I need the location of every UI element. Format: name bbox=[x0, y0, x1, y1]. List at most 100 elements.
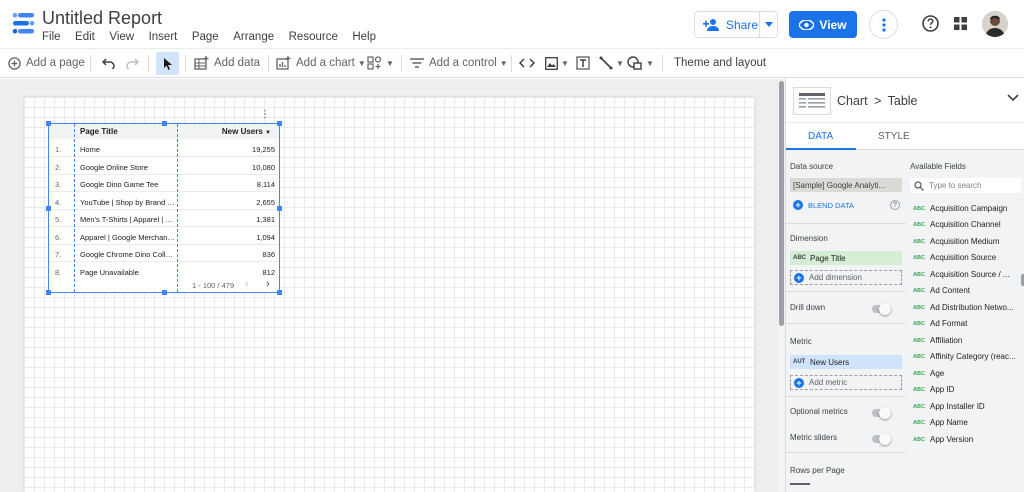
add-chart-button[interactable]: Add a chart ▼ bbox=[276, 49, 366, 77]
field-item[interactable]: ABC App Installer ID bbox=[910, 399, 1022, 414]
theme-layout-button[interactable]: Theme and layout bbox=[674, 49, 766, 77]
add-data-icon bbox=[194, 56, 209, 70]
optional-metrics-toggle[interactable] bbox=[872, 407, 891, 419]
add-control-caret-icon: ▼ bbox=[499, 58, 508, 68]
menu-insert[interactable]: Insert bbox=[149, 31, 178, 43]
table-chart-type-icon[interactable] bbox=[793, 87, 831, 115]
add-page-button[interactable]: Add a page bbox=[8, 49, 85, 77]
drill-down-label: Drill down bbox=[790, 303, 826, 312]
resize-handle[interactable] bbox=[277, 206, 282, 211]
plus-icon: + bbox=[794, 377, 804, 388]
rows-per-page-input[interactable] bbox=[790, 483, 810, 492]
tab-style[interactable]: STYLE bbox=[878, 131, 910, 142]
drag-handle-icon[interactable] bbox=[263, 109, 267, 119]
table-row[interactable]: 3. Google Dino Game Tee 8,114 bbox=[49, 174, 279, 192]
resize-handle[interactable] bbox=[162, 121, 167, 126]
resize-handle[interactable] bbox=[46, 121, 51, 126]
more-options-button[interactable] bbox=[869, 10, 898, 39]
field-item[interactable]: ABC Ad Format bbox=[910, 316, 1022, 331]
add-chart-icon bbox=[276, 56, 291, 70]
share-dropdown-arrow-icon[interactable] bbox=[760, 22, 777, 27]
search-placeholder: Type to search bbox=[929, 181, 982, 190]
menu-help[interactable]: Help bbox=[352, 31, 376, 43]
field-search-input[interactable]: Type to search bbox=[910, 178, 1021, 193]
add-control-button[interactable]: Add a control ▼ bbox=[410, 49, 508, 77]
chart-type-breadcrumb[interactable]: Chart > Table bbox=[837, 94, 918, 108]
dimension-chip-page-title[interactable]: ABC Page Title bbox=[790, 251, 902, 265]
field-item[interactable]: ABC Affinity Category (reac... bbox=[910, 349, 1022, 364]
share-main[interactable]: Share bbox=[695, 12, 761, 37]
apps-grid-icon[interactable] bbox=[954, 17, 967, 30]
canvas-scrollbar[interactable] bbox=[778, 79, 785, 492]
table-row[interactable]: 1. Home 19,255 bbox=[49, 139, 279, 157]
table-chart[interactable]: Page Title New Users ▼ 1. Home 19,255 2. Go… bbox=[46, 121, 282, 295]
drill-down-toggle[interactable] bbox=[872, 303, 891, 315]
menu-file[interactable]: File bbox=[42, 31, 61, 43]
image-icon bbox=[545, 56, 558, 70]
metric-sliders-toggle[interactable] bbox=[872, 433, 891, 445]
view-button[interactable]: View bbox=[789, 11, 857, 38]
community-viz-button[interactable]: ▼ bbox=[367, 49, 394, 77]
prev-page-icon[interactable]: ‹ bbox=[245, 278, 249, 290]
table-row[interactable]: 2. Google Online Store 10,080 bbox=[49, 157, 279, 175]
menu-view[interactable]: View bbox=[109, 31, 134, 43]
redo-button[interactable] bbox=[125, 49, 139, 77]
select-tool-button[interactable] bbox=[156, 52, 179, 75]
resize-handle[interactable] bbox=[46, 290, 51, 295]
field-item[interactable]: ABC Acquisition Source / ... bbox=[910, 267, 1022, 282]
community-visualizations-icon bbox=[367, 56, 382, 70]
report-title[interactable]: Untitled Report bbox=[42, 8, 162, 29]
field-item[interactable]: ABC Acquisition Campaign bbox=[910, 201, 1022, 216]
data-source-chip[interactable]: [Sample] Google Analyti... bbox=[790, 178, 902, 192]
field-item[interactable]: ABC Acquisition Source bbox=[910, 250, 1022, 265]
text-button[interactable] bbox=[576, 49, 590, 77]
header-new-users[interactable]: New Users ▼ bbox=[222, 127, 271, 136]
undo-button[interactable] bbox=[102, 49, 116, 77]
metric-chip-new-users[interactable]: AUT New Users bbox=[790, 355, 902, 369]
embed-url-button[interactable] bbox=[519, 49, 535, 77]
resize-handle[interactable] bbox=[46, 206, 51, 211]
table-row[interactable]: 5. Men's T-Shirts | Apparel | G... 1,381 bbox=[49, 209, 279, 227]
field-item[interactable]: ABC Ad Distribution Netwo... bbox=[910, 300, 1022, 315]
add-data-button[interactable]: Add data bbox=[194, 49, 260, 77]
next-page-icon[interactable]: › bbox=[266, 278, 270, 290]
tab-data[interactable]: DATA bbox=[808, 131, 833, 142]
user-avatar[interactable] bbox=[982, 11, 1008, 37]
help-circle-icon[interactable]: ? bbox=[890, 200, 900, 210]
field-item[interactable]: ABC Acquisition Channel bbox=[910, 217, 1022, 232]
line-button[interactable]: ▼ bbox=[599, 49, 624, 77]
menu-arrange[interactable]: Arrange bbox=[233, 31, 274, 43]
field-item[interactable]: ABC App Version bbox=[910, 432, 1022, 447]
table-row[interactable]: 4. YouTube | Shop by Brand | ... 2,655 bbox=[49, 192, 279, 210]
plus-icon: + bbox=[793, 200, 803, 210]
field-item[interactable]: ABC Acquisition Medium bbox=[910, 234, 1022, 249]
share-button[interactable]: Share bbox=[694, 11, 778, 38]
resize-handle[interactable] bbox=[277, 290, 282, 295]
optional-metrics-label: Optional metrics bbox=[790, 407, 848, 416]
menu-page[interactable]: Page bbox=[192, 31, 219, 43]
resize-handle[interactable] bbox=[277, 121, 282, 126]
resize-handle[interactable] bbox=[162, 290, 167, 295]
field-item[interactable]: ABC App Name bbox=[910, 415, 1022, 430]
field-item[interactable]: ABC Affiliation bbox=[910, 333, 1022, 348]
menu-resource[interactable]: Resource bbox=[289, 31, 338, 43]
canvas-scrollbar-thumb[interactable] bbox=[779, 81, 784, 326]
field-item[interactable]: ABC Age bbox=[910, 366, 1022, 381]
add-chart-label: Add a chart bbox=[296, 57, 355, 69]
help-icon[interactable] bbox=[922, 15, 939, 32]
undo-icon bbox=[102, 58, 115, 69]
field-item[interactable]: ABC App ID bbox=[910, 382, 1022, 397]
menu-edit[interactable]: Edit bbox=[75, 31, 95, 43]
field-item[interactable]: ABC Ad Content bbox=[910, 283, 1022, 298]
chevron-down-icon[interactable] bbox=[1007, 94, 1019, 102]
table-header: Page Title New Users ▼ bbox=[49, 124, 279, 139]
add-dimension-button[interactable]: + Add dimension bbox=[790, 270, 902, 285]
add-metric-button[interactable]: + Add metric bbox=[790, 375, 902, 390]
table-row[interactable]: 7. Google Chrome Dino Colle... 836 bbox=[49, 244, 279, 262]
table-row[interactable]: 6. Apparel | Google Merchand... 1,094 bbox=[49, 227, 279, 245]
data-studio-logo-icon[interactable] bbox=[10, 10, 36, 36]
header-page-title[interactable]: Page Title bbox=[80, 127, 118, 136]
blend-data-button[interactable]: + BLEND DATA bbox=[793, 200, 854, 210]
image-button[interactable]: ▼ bbox=[545, 49, 569, 77]
shape-button[interactable]: ▼ bbox=[627, 49, 654, 77]
